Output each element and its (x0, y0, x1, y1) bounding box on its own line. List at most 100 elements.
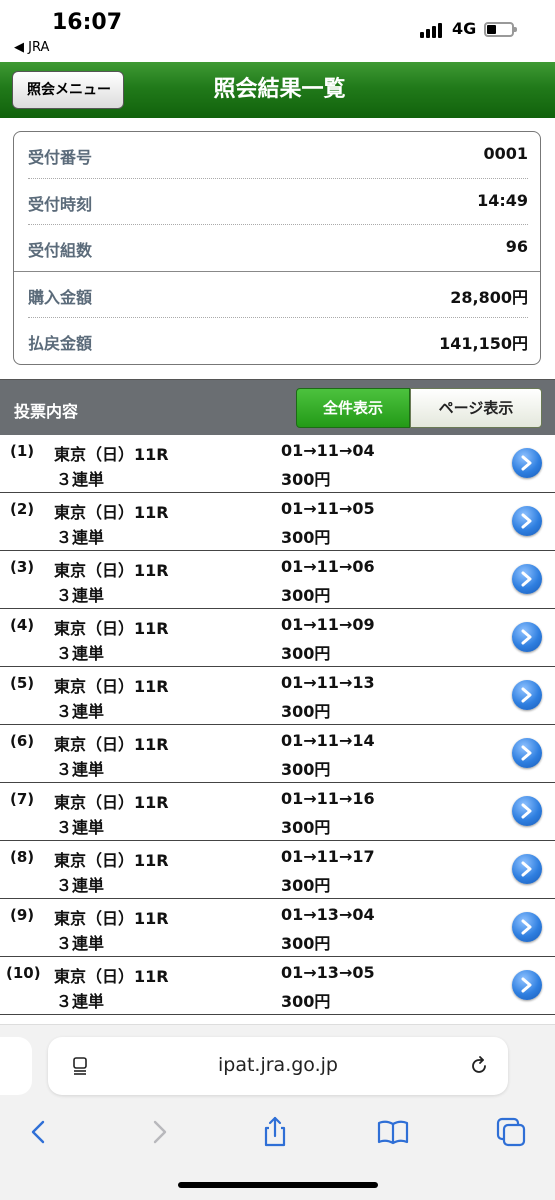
chevron-right-circle-icon[interactable] (512, 622, 542, 652)
bet-amount: 300円 (281, 760, 331, 779)
bookmarks-icon[interactable] (376, 1115, 410, 1149)
bet-type: ３連単 (56, 644, 105, 663)
summary-row-purchase-amount: 購入金額 28,800円 (14, 272, 542, 318)
bet-race: 東京（日）11R (54, 735, 169, 754)
bet-combination: 01→11→13 (281, 673, 375, 692)
summary-value: 14:49 (477, 191, 528, 210)
bet-amount: 300円 (281, 470, 331, 489)
bet-combination: 01→11→06 (281, 557, 375, 576)
bet-number: (10) (6, 964, 41, 982)
status-time: 16:07 (52, 10, 123, 35)
reload-icon[interactable] (468, 1055, 490, 1077)
bet-row[interactable]: (7) 東京（日）11R ３連単 01→11→16 300円 (0, 783, 555, 841)
summary-label: 受付番号 (28, 148, 93, 167)
bet-race: 東京（日）11R (54, 967, 169, 986)
app-header: 照会結果一覧 照会メニュー (0, 62, 555, 118)
chevron-right-circle-icon[interactable] (512, 912, 542, 942)
bet-race: 東京（日）11R (54, 445, 169, 464)
url-text: ipat.jra.go.jp (218, 1054, 338, 1076)
bet-amount: 300円 (281, 876, 331, 895)
back-icon[interactable] (22, 1115, 56, 1149)
bet-amount: 300円 (281, 818, 331, 837)
forward-icon[interactable] (142, 1115, 176, 1149)
bet-type: ３連単 (56, 934, 105, 953)
bet-type: ３連単 (56, 586, 105, 605)
bet-race: 東京（日）11R (54, 619, 169, 638)
bet-race: 東京（日）11R (54, 793, 169, 812)
bet-race: 東京（日）11R (54, 561, 169, 580)
bet-type: ３連単 (56, 876, 105, 895)
inquiry-menu-button[interactable]: 照会メニュー (12, 71, 124, 109)
summary-value: 96 (505, 237, 528, 256)
summary-label: 受付時刻 (28, 195, 93, 214)
bet-combination: 01→11→09 (281, 615, 375, 634)
bet-row[interactable]: (3) 東京（日）11R ３連単 01→11→06 300円 (0, 551, 555, 609)
summary-label: 購入金額 (28, 288, 93, 307)
bet-amount: 300円 (281, 992, 331, 1011)
chevron-right-circle-icon[interactable] (512, 448, 542, 478)
summary-value: 0001 (483, 144, 528, 163)
bet-amount: 300円 (281, 528, 331, 547)
chevron-right-circle-icon[interactable] (512, 970, 542, 1000)
bet-combination: 01→13→04 (281, 905, 375, 924)
bet-race: 東京（日）11R (54, 851, 169, 870)
chevron-right-circle-icon[interactable] (512, 506, 542, 536)
back-to-app-link[interactable]: ◀ JRA (14, 40, 49, 55)
bet-type: ３連単 (56, 992, 105, 1011)
summary-label: 払戻金額 (28, 334, 93, 353)
bet-number: (9) (10, 906, 35, 924)
bet-row[interactable]: (10) 東京（日）11R ３連単 01→13→05 300円 (0, 957, 555, 1015)
bet-row[interactable]: (6) 東京（日）11R ３連単 01→11→14 300円 (0, 725, 555, 783)
summary-value: 141,150円 (439, 334, 528, 353)
address-bar[interactable]: ipat.jra.go.jp (48, 1037, 508, 1095)
bet-race: 東京（日）11R (54, 677, 169, 696)
home-indicator (178, 1182, 378, 1188)
network-type: 4G (452, 19, 477, 38)
bet-combination: 01→11→05 (281, 499, 375, 518)
summary-row-receipt-no: 受付番号 0001 (14, 132, 542, 178)
bet-amount: 300円 (281, 934, 331, 953)
browser-toolbar: ipat.jra.go.jp (0, 1024, 555, 1200)
vote-content-title: 投票内容 (14, 402, 79, 421)
summary-value: 28,800円 (450, 288, 528, 307)
bet-row[interactable]: (5) 東京（日）11R ３連単 01→11→13 300円 (0, 667, 555, 725)
bet-row[interactable]: (2) 東京（日）11R ３連単 01→11→05 300円 (0, 493, 555, 551)
inquiry-menu-label[interactable]: 照会メニュー (12, 71, 124, 109)
bet-row[interactable]: (9) 東京（日）11R ３連単 01→13→04 300円 (0, 899, 555, 957)
bet-number: (6) (10, 732, 35, 750)
summary-card: 受付番号 0001 受付時刻 14:49 受付組数 96 購入金額 28,800… (13, 131, 541, 365)
bet-amount: 300円 (281, 702, 331, 721)
previous-tab-preview[interactable] (0, 1037, 32, 1095)
battery-icon (484, 22, 517, 37)
bet-type: ３連単 (56, 818, 105, 837)
bet-row[interactable]: (8) 東京（日）11R ３連単 01→11→17 300円 (0, 841, 555, 899)
bet-number: (4) (10, 616, 35, 634)
share-icon[interactable] (258, 1115, 292, 1149)
chevron-right-circle-icon[interactable] (512, 680, 542, 710)
bet-number: (7) (10, 790, 35, 808)
tabs-icon[interactable] (494, 1115, 528, 1149)
bet-combination: 01→11→17 (281, 847, 375, 866)
summary-label: 受付組数 (28, 241, 93, 260)
bet-row[interactable]: (1) 東京（日）11R ３連単 01→11→04 300円 (0, 435, 555, 493)
show-all-button[interactable]: 全件表示 (296, 388, 410, 428)
chevron-right-circle-icon[interactable] (512, 738, 542, 768)
bet-combination: 01→11→04 (281, 441, 375, 460)
bet-type: ３連単 (56, 760, 105, 779)
summary-row-payout-amount: 払戻金額 141,150円 (14, 318, 542, 364)
bet-type: ３連単 (56, 528, 105, 547)
bet-number: (8) (10, 848, 35, 866)
bet-amount: 300円 (281, 644, 331, 663)
chevron-right-circle-icon[interactable] (512, 796, 542, 826)
bet-number: (5) (10, 674, 35, 692)
bet-number: (2) (10, 500, 35, 518)
page-view-button[interactable]: ページ表示 (410, 388, 542, 428)
bet-race: 東京（日）11R (54, 503, 169, 522)
summary-row-receipt-time: 受付時刻 14:49 (14, 179, 542, 225)
bet-combination: 01→11→16 (281, 789, 375, 808)
bet-row[interactable]: (4) 東京（日）11R ３連単 01→11→09 300円 (0, 609, 555, 667)
chevron-right-circle-icon[interactable] (512, 564, 542, 594)
bet-combination: 01→13→05 (281, 963, 375, 982)
chevron-right-circle-icon[interactable] (512, 854, 542, 884)
summary-row-set-count: 受付組数 96 (14, 225, 542, 271)
